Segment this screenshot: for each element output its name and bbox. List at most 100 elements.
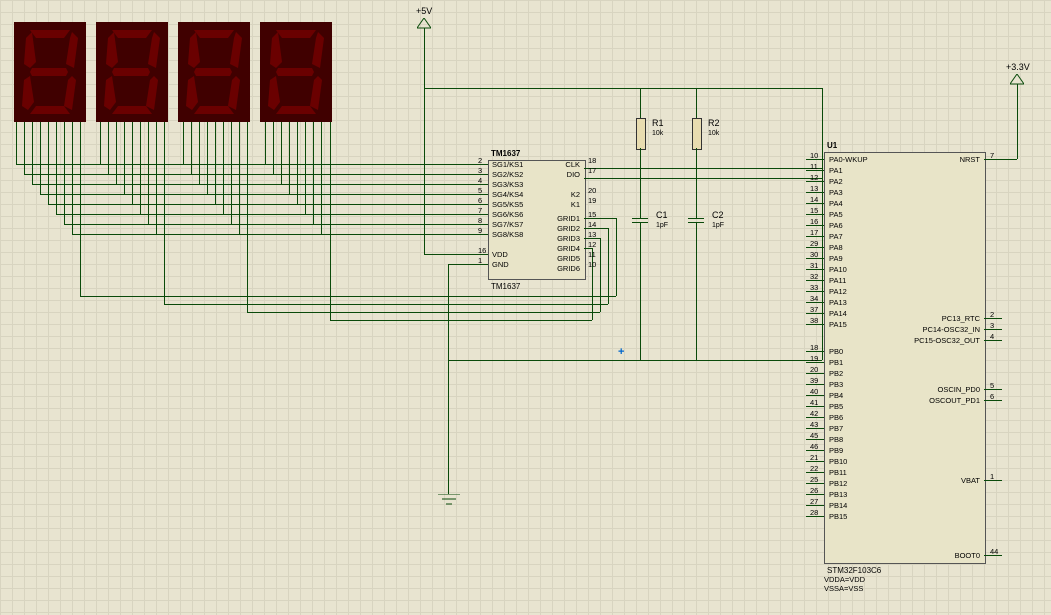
power-3v3-label: +3.3V — [1006, 62, 1030, 72]
wire-d7 — [64, 122, 65, 224]
u1-pin-PB13: PB13 — [829, 490, 847, 499]
tm-pin-num-9: 9 — [478, 226, 482, 235]
tm-pin-num-3: 3 — [478, 166, 482, 175]
u1-pin-PB6: PB6 — [829, 413, 843, 422]
u1-pin-wire-41 — [806, 406, 824, 407]
wire-d2 — [24, 122, 25, 174]
wire-grid1b — [80, 296, 616, 297]
wire-c1-bot — [640, 222, 641, 360]
wire-g5 — [297, 122, 298, 204]
u1-pin-wire-30 — [806, 258, 824, 259]
u1-pin-wire-14 — [806, 203, 824, 204]
u1-pin-PA13: PA13 — [829, 298, 847, 307]
wire-f5 — [215, 122, 216, 204]
u1-pin-wire-r-5 — [984, 389, 1002, 390]
wire-g4 — [289, 122, 290, 194]
u1-pin-wire-r-2 — [984, 318, 1002, 319]
wire-g2 — [273, 122, 274, 174]
tm-pin-SG1/KS1: SG1/KS1 — [492, 160, 523, 169]
tm-pin-num-14: 14 — [588, 220, 596, 229]
u1-pin-PB11: PB11 — [829, 468, 847, 477]
u1-pin-wire-16 — [806, 225, 824, 226]
u1-pin-PA2: PA2 — [829, 177, 843, 186]
u1-pin-PB3: PB3 — [829, 380, 843, 389]
u1-pin-wire-18 — [806, 351, 824, 352]
tm-pin-DIO: DIO — [542, 170, 580, 179]
wire-sg8 — [72, 234, 488, 235]
tm1637-part: TM1637 — [491, 282, 520, 291]
u1-pin-PC13_RTC: PC13_RTC — [890, 314, 980, 323]
wire-e6 — [140, 122, 141, 214]
wire-r2-top — [696, 88, 697, 118]
u1-pin-wire-19 — [806, 362, 824, 363]
wire-sg5 — [48, 204, 488, 205]
wire-vdd — [424, 88, 425, 254]
u1-pin-wire-20 — [806, 373, 824, 374]
wire-grid2r — [608, 228, 609, 304]
u1-pin-wire-r-1 — [984, 480, 1002, 481]
u1-pin-PB5: PB5 — [829, 402, 843, 411]
wire-e8 — [156, 122, 157, 234]
u1-note2: VSSA=VSS — [824, 584, 863, 593]
u1-pin-PA9: PA9 — [829, 254, 843, 263]
wire-d6 — [56, 122, 57, 214]
wire-dio — [584, 178, 822, 179]
wire-c2-top — [696, 178, 697, 218]
wire-grid3r — [600, 238, 601, 312]
seven-segment-4 — [260, 22, 332, 122]
tm-pin-num-4: 4 — [478, 176, 482, 185]
u1-pin-wire-25 — [806, 483, 824, 484]
tm-pin-num-8: 8 — [478, 216, 482, 225]
tm-pin-SG5/KS5: SG5/KS5 — [492, 200, 523, 209]
wire-f1 — [183, 122, 184, 164]
tm-pin-K2: K2 — [542, 190, 580, 199]
wire-d4 — [40, 122, 41, 194]
wire-grid1r — [616, 218, 617, 296]
c2-ref: C2 — [712, 210, 724, 220]
u1-pin-wire-46 — [806, 450, 824, 451]
wire-f3 — [199, 122, 200, 184]
tm-pin-GRID1: GRID1 — [542, 214, 580, 223]
u1-pin-wire-33 — [806, 291, 824, 292]
u1-pin-PA7: PA7 — [829, 232, 843, 241]
wire-e1 — [100, 122, 101, 164]
wire-grid3b — [247, 312, 600, 313]
tm-pin-num-11: 11 — [588, 250, 596, 259]
wire-grid2v — [164, 122, 165, 304]
u1-pin-wire-28 — [806, 516, 824, 517]
wire-grid2b — [164, 304, 608, 305]
u1-pin-PA11: PA11 — [829, 276, 846, 285]
r2-ref: R2 — [708, 118, 720, 128]
wire-5v — [424, 28, 425, 88]
wire-g3 — [281, 122, 282, 184]
wire-e7 — [148, 122, 149, 224]
wire-c1-top — [640, 168, 641, 218]
u1-pin-PA10: PA10 — [829, 265, 847, 274]
tm-pin-num-10: 10 — [588, 260, 596, 269]
u1-pin-wire-15 — [806, 214, 824, 215]
resistor-r1 — [636, 118, 646, 150]
u1-pin-PB8: PB8 — [829, 435, 843, 444]
u1-pin-wire-42 — [806, 417, 824, 418]
u1-pin-wire-32 — [806, 280, 824, 281]
c1-ref: C1 — [656, 210, 668, 220]
tm-pin-num-1: 1 — [478, 256, 482, 265]
u1-part: STM32F103C6 — [827, 566, 881, 575]
tm-pin-GRID6: GRID6 — [542, 264, 580, 273]
u1-pin-BOOT0: BOOT0 — [890, 551, 980, 560]
wire-gnd-bus — [448, 360, 822, 361]
r1-val: 10k — [652, 130, 663, 137]
tm-pin-num-13: 13 — [588, 230, 596, 239]
wire-f2 — [191, 122, 192, 174]
u1-pin-PB4: PB4 — [829, 391, 843, 400]
tm-pin-SG7/KS7: SG7/KS7 — [492, 220, 523, 229]
wire-f8 — [239, 122, 240, 234]
tm-pin-num-16: 16 — [478, 246, 486, 255]
u1-pin-wire-40 — [806, 395, 824, 396]
r2-val: 10k — [708, 130, 719, 137]
tm-pin-num-15: 15 — [588, 210, 596, 219]
resistor-r2 — [692, 118, 702, 150]
u1-note1: VDDA=VDD — [824, 575, 865, 584]
cursor-icon: + — [618, 346, 624, 358]
u1-pin-PA4: PA4 — [829, 199, 843, 208]
